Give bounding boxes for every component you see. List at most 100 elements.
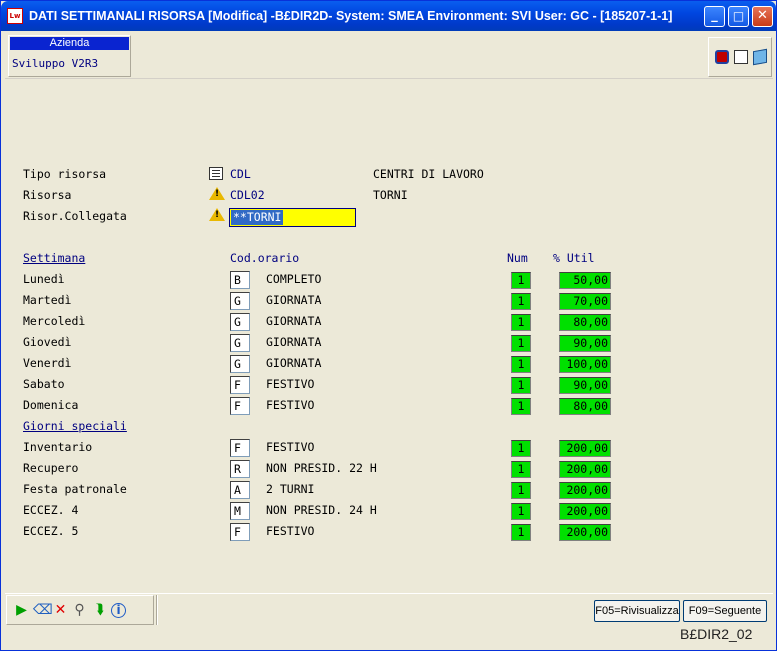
title-bar[interactable]: Lw DATI SETTIMANALI RISORSA [Modifica] -… bbox=[1, 1, 776, 31]
util-field[interactable]: 200,00 bbox=[559, 503, 611, 520]
cod-orario-description: NON PRESID. 22 H bbox=[266, 461, 377, 475]
day-label: Giovedì bbox=[23, 335, 72, 349]
day-label: Lunedì bbox=[23, 272, 65, 286]
day-label: Recupero bbox=[23, 461, 79, 475]
util-field[interactable]: 70,00 bbox=[559, 293, 611, 310]
cod-orario-description: FESTIVO bbox=[266, 398, 315, 412]
day-label: Venerdì bbox=[23, 356, 72, 370]
minimize-button[interactable]: _ bbox=[704, 6, 725, 27]
tipo-risorsa-label: Tipo risorsa bbox=[23, 167, 107, 181]
settimana-header: Settimana bbox=[23, 251, 86, 265]
risor-collegata-input[interactable]: **TORNI bbox=[229, 208, 356, 227]
day-label: Mercoledì bbox=[23, 314, 86, 328]
num-field[interactable]: 1 bbox=[511, 356, 531, 373]
util-field[interactable]: 90,00 bbox=[559, 335, 611, 352]
cod-orario-input[interactable]: G bbox=[230, 313, 250, 331]
num-field[interactable]: 1 bbox=[511, 272, 531, 289]
play-icon[interactable]: ▶ bbox=[13, 602, 30, 619]
cod-orario-input[interactable]: F bbox=[230, 439, 250, 457]
util-field[interactable]: 90,00 bbox=[559, 377, 611, 394]
warning-icon[interactable] bbox=[209, 208, 225, 221]
main-window: Lw DATI SETTIMANALI RISORSA [Modifica] -… bbox=[0, 0, 777, 651]
day-label: Inventario bbox=[23, 440, 93, 454]
util-field[interactable]: 80,00 bbox=[559, 398, 611, 415]
num-field[interactable]: 1 bbox=[511, 482, 531, 499]
cod-orario-description: 2 TURNI bbox=[266, 482, 315, 496]
next-arrow-icon[interactable]: ⮯ bbox=[91, 602, 108, 619]
cod-orario-input[interactable]: G bbox=[230, 355, 250, 373]
cancel-icon[interactable]: ✕ bbox=[52, 602, 69, 619]
cod-orario-input[interactable]: F bbox=[230, 376, 250, 394]
book-icon[interactable] bbox=[753, 48, 767, 66]
tipo-risorsa-description: CENTRI DI LAVORO bbox=[373, 167, 484, 181]
cod-orario-description: NON PRESID. 24 H bbox=[266, 503, 377, 517]
close-button[interactable]: ✕ bbox=[752, 6, 773, 27]
risor-collegata-label: Risor.Collegata bbox=[23, 209, 127, 223]
cod-orario-header: Cod.orario bbox=[230, 251, 300, 265]
cod-orario-input[interactable]: B bbox=[230, 271, 250, 289]
day-label: Festa patronale bbox=[23, 482, 127, 496]
cod-orario-description: GIORNATA bbox=[266, 293, 322, 307]
num-field[interactable]: 1 bbox=[511, 461, 531, 478]
cod-orario-input[interactable]: R bbox=[230, 460, 250, 478]
cod-orario-description: COMPLETO bbox=[266, 272, 322, 286]
util-field[interactable]: 80,00 bbox=[559, 314, 611, 331]
util-field[interactable]: 100,00 bbox=[559, 356, 611, 373]
day-label: ECCEZ. 5 bbox=[23, 524, 79, 538]
num-field[interactable]: 1 bbox=[511, 398, 531, 415]
grid-icon[interactable] bbox=[209, 167, 223, 180]
bottom-toolbar: ▶ ⌫ ✕ ⚲ ⮯ i bbox=[6, 595, 154, 625]
util-field[interactable]: 200,00 bbox=[559, 524, 611, 541]
find-icon[interactable]: ⚲ bbox=[71, 602, 88, 619]
tipo-risorsa-code: CDL bbox=[230, 167, 251, 181]
app-icon: Lw bbox=[7, 8, 23, 24]
cod-orario-input[interactable]: M bbox=[230, 502, 250, 520]
util-field[interactable]: 200,00 bbox=[559, 440, 611, 457]
monitor-icon[interactable] bbox=[715, 50, 729, 64]
top-icon-bar bbox=[708, 37, 772, 77]
num-field[interactable]: 1 bbox=[511, 503, 531, 520]
cod-orario-description: GIORNATA bbox=[266, 356, 322, 370]
risorsa-code: CDL02 bbox=[230, 188, 265, 202]
day-label: ECCEZ. 4 bbox=[23, 503, 79, 517]
cod-orario-description: GIORNATA bbox=[266, 314, 322, 328]
cod-orario-input[interactable]: F bbox=[230, 523, 250, 541]
risorsa-label: Risorsa bbox=[23, 188, 72, 202]
risorsa-description: TORNI bbox=[373, 188, 408, 202]
azienda-value: Sviluppo V2R3 bbox=[12, 57, 99, 70]
num-field[interactable]: 1 bbox=[511, 377, 531, 394]
info-icon[interactable]: i bbox=[111, 603, 126, 618]
f09-seguente-button[interactable]: F09=Seguente bbox=[683, 600, 767, 622]
util-field[interactable]: 50,00 bbox=[559, 272, 611, 289]
day-label: Domenica bbox=[23, 398, 79, 412]
eraser-icon[interactable]: ⌫ bbox=[33, 602, 53, 619]
num-field[interactable]: 1 bbox=[511, 524, 531, 541]
document-icon[interactable] bbox=[734, 50, 748, 64]
num-field[interactable]: 1 bbox=[511, 440, 531, 457]
toolbar-separator bbox=[156, 595, 158, 625]
warning-icon[interactable] bbox=[209, 187, 225, 200]
cod-orario-description: FESTIVO bbox=[266, 440, 315, 454]
num-field[interactable]: 1 bbox=[511, 314, 531, 331]
cod-orario-description: FESTIVO bbox=[266, 377, 315, 391]
util-field[interactable]: 200,00 bbox=[559, 461, 611, 478]
f05-rivisualizza-button[interactable]: F05=Rivisualizza bbox=[594, 600, 680, 622]
azienda-label: Azienda bbox=[10, 37, 129, 50]
cod-orario-input[interactable]: F bbox=[230, 397, 250, 415]
window-title: DATI SETTIMANALI RISORSA [Modifica] -B£D… bbox=[29, 9, 673, 23]
num-header: Num bbox=[507, 251, 528, 265]
cod-orario-description: GIORNATA bbox=[266, 335, 322, 349]
azienda-box: Azienda Sviluppo V2R3 bbox=[8, 35, 131, 77]
cod-orario-input[interactable]: A bbox=[230, 481, 250, 499]
num-field[interactable]: 1 bbox=[511, 335, 531, 352]
day-label: Martedì bbox=[23, 293, 72, 307]
day-label: Sabato bbox=[23, 377, 65, 391]
risor-collegata-value: **TORNI bbox=[231, 210, 284, 225]
status-program-id: B£DIR2_02 bbox=[680, 626, 753, 642]
cod-orario-input[interactable]: G bbox=[230, 334, 250, 352]
cod-orario-description: FESTIVO bbox=[266, 524, 315, 538]
cod-orario-input[interactable]: G bbox=[230, 292, 250, 310]
util-field[interactable]: 200,00 bbox=[559, 482, 611, 499]
maximize-button[interactable]: □ bbox=[728, 6, 749, 27]
num-field[interactable]: 1 bbox=[511, 293, 531, 310]
